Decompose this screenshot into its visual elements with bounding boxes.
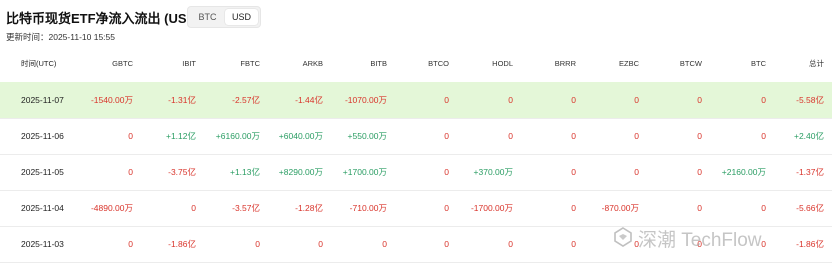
table-row: 2025-11-05 0 -3.75亿 +1.13亿 +8290.00万 +1700.00… [0, 154, 832, 191]
currency-toggle: BTC USD [187, 6, 261, 28]
flow-value-cell: 0 [444, 131, 449, 141]
flow-value-cell: 0 [128, 239, 133, 249]
page-header: 比特币现货ETF净流入流出 (USD) BTC USD 更新时间：2025-11… [0, 0, 832, 44]
column-header: ARKB [302, 59, 323, 68]
flow-value-cell: 0 [697, 203, 702, 213]
flow-value-cell: 0 [318, 239, 323, 249]
column-header: 总计 [809, 59, 824, 68]
table-header-row: 时间(UTC) GBTC IBIT FBTC ARKB BITB BTCO HODL BRRR E… [0, 46, 832, 83]
flow-value-cell: 0 [508, 131, 513, 141]
flow-value-cell: 0 [191, 203, 196, 213]
flow-value-cell: -1.31亿 [168, 95, 196, 105]
watermark: 深潮 TechFlow [612, 222, 830, 252]
row-date: 2025-11-05 [21, 167, 64, 177]
flow-value-cell: 0 [571, 131, 576, 141]
column-header: IBIT [182, 59, 196, 68]
row-date: 2025-11-07 [21, 95, 64, 105]
flow-value-cell: 0 [128, 131, 133, 141]
currency-option-btc[interactable]: BTC [191, 9, 224, 25]
flow-value-cell: -5.66亿 [796, 203, 824, 213]
flow-value-cell: 0 [128, 167, 133, 177]
flow-value-cell: 0 [571, 95, 576, 105]
flow-value-cell: -1.86亿 [168, 239, 196, 249]
watermark-text: 深潮 TechFlow [638, 230, 762, 251]
row-date: 2025-11-04 [21, 203, 64, 213]
flow-value-cell: 0 [634, 131, 639, 141]
flow-value-cell: -870.00万 [601, 203, 639, 213]
flow-value-cell: -3.57亿 [232, 203, 260, 213]
techflow-logo-icon [614, 227, 632, 247]
column-header: GBTC [112, 59, 133, 68]
flow-value-cell: -5.58亿 [796, 95, 824, 105]
column-header: FBTC [240, 59, 260, 68]
flow-value-cell: 0 [444, 203, 449, 213]
flow-value-cell: 0 [571, 167, 576, 177]
flow-value-cell: 0 [444, 167, 449, 177]
flow-value-cell: +2.40亿 [793, 131, 824, 141]
flow-value-cell: 0 [571, 239, 576, 249]
flow-value-cell: +370.00万 [473, 167, 513, 177]
column-header: BTCW [679, 59, 702, 68]
flow-value-cell: 0 [634, 95, 639, 105]
column-header: BTC [751, 59, 766, 68]
flow-value-cell: 0 [761, 95, 766, 105]
row-date: 2025-11-06 [21, 131, 64, 141]
column-header: EZBC [618, 59, 639, 68]
flow-value-cell: 0 [761, 131, 766, 141]
flow-value-cell: -1.37亿 [796, 167, 824, 177]
flow-value-cell: -710.00万 [349, 203, 387, 213]
flow-value-cell: 0 [444, 95, 449, 105]
row-date: 2025-11-03 [21, 239, 64, 249]
flow-value-cell: 0 [508, 239, 513, 249]
flow-value-cell: 0 [697, 167, 702, 177]
page-title: 比特币现货ETF净流入流出 (USD) [6, 11, 201, 26]
flow-value-cell: +2160.00万 [721, 167, 766, 177]
column-header: BTCO [428, 59, 449, 68]
flow-value-cell: +8290.00万 [278, 167, 323, 177]
flow-value-cell: 0 [634, 167, 639, 177]
flow-value-cell: -4890.00万 [90, 203, 133, 213]
flow-value-cell: -1.28亿 [295, 203, 323, 213]
flow-value-cell: +550.00万 [347, 131, 387, 141]
flow-value-cell: 0 [761, 203, 766, 213]
flow-value-cell: -1.44亿 [295, 95, 323, 105]
currency-option-usd[interactable]: USD [225, 9, 258, 25]
flow-value-cell: 0 [697, 131, 702, 141]
flow-value-cell: +1700.00万 [342, 167, 387, 177]
flow-value-cell: +1.13亿 [229, 167, 260, 177]
column-header: BRRR [554, 59, 576, 68]
flow-value-cell: 0 [382, 239, 387, 249]
column-header: HODL [492, 59, 513, 68]
flow-value-cell: -1700.00万 [470, 203, 513, 213]
flow-value-cell: +6040.00万 [278, 131, 323, 141]
table-row: 2025-11-06 0 +1.12亿 +6160.00万 +6040.00万 +550.… [0, 118, 832, 155]
flow-value-cell: +6160.00万 [215, 131, 260, 141]
flow-value-cell: 0 [697, 95, 702, 105]
flow-value-cell: 0 [571, 203, 576, 213]
table-row: 2025-11-07 -1540.00万 -1.31亿 -2.57亿 -1.44亿 -10… [0, 82, 832, 119]
flow-value-cell: +1.12亿 [165, 131, 196, 141]
flow-value-cell: 0 [444, 239, 449, 249]
column-header: BITB [370, 59, 387, 68]
update-time: 更新时间：2025-11-10 15:55 [6, 32, 115, 42]
flow-value-cell: -3.75亿 [168, 167, 196, 177]
flow-value-cell: 0 [508, 95, 513, 105]
flow-value-cell: 0 [255, 239, 260, 249]
flow-value-cell: -2.57亿 [232, 95, 260, 105]
flow-value-cell: -1540.00万 [90, 95, 133, 105]
column-header: 时间(UTC) [21, 59, 57, 68]
flow-value-cell: -1070.00万 [344, 95, 387, 105]
